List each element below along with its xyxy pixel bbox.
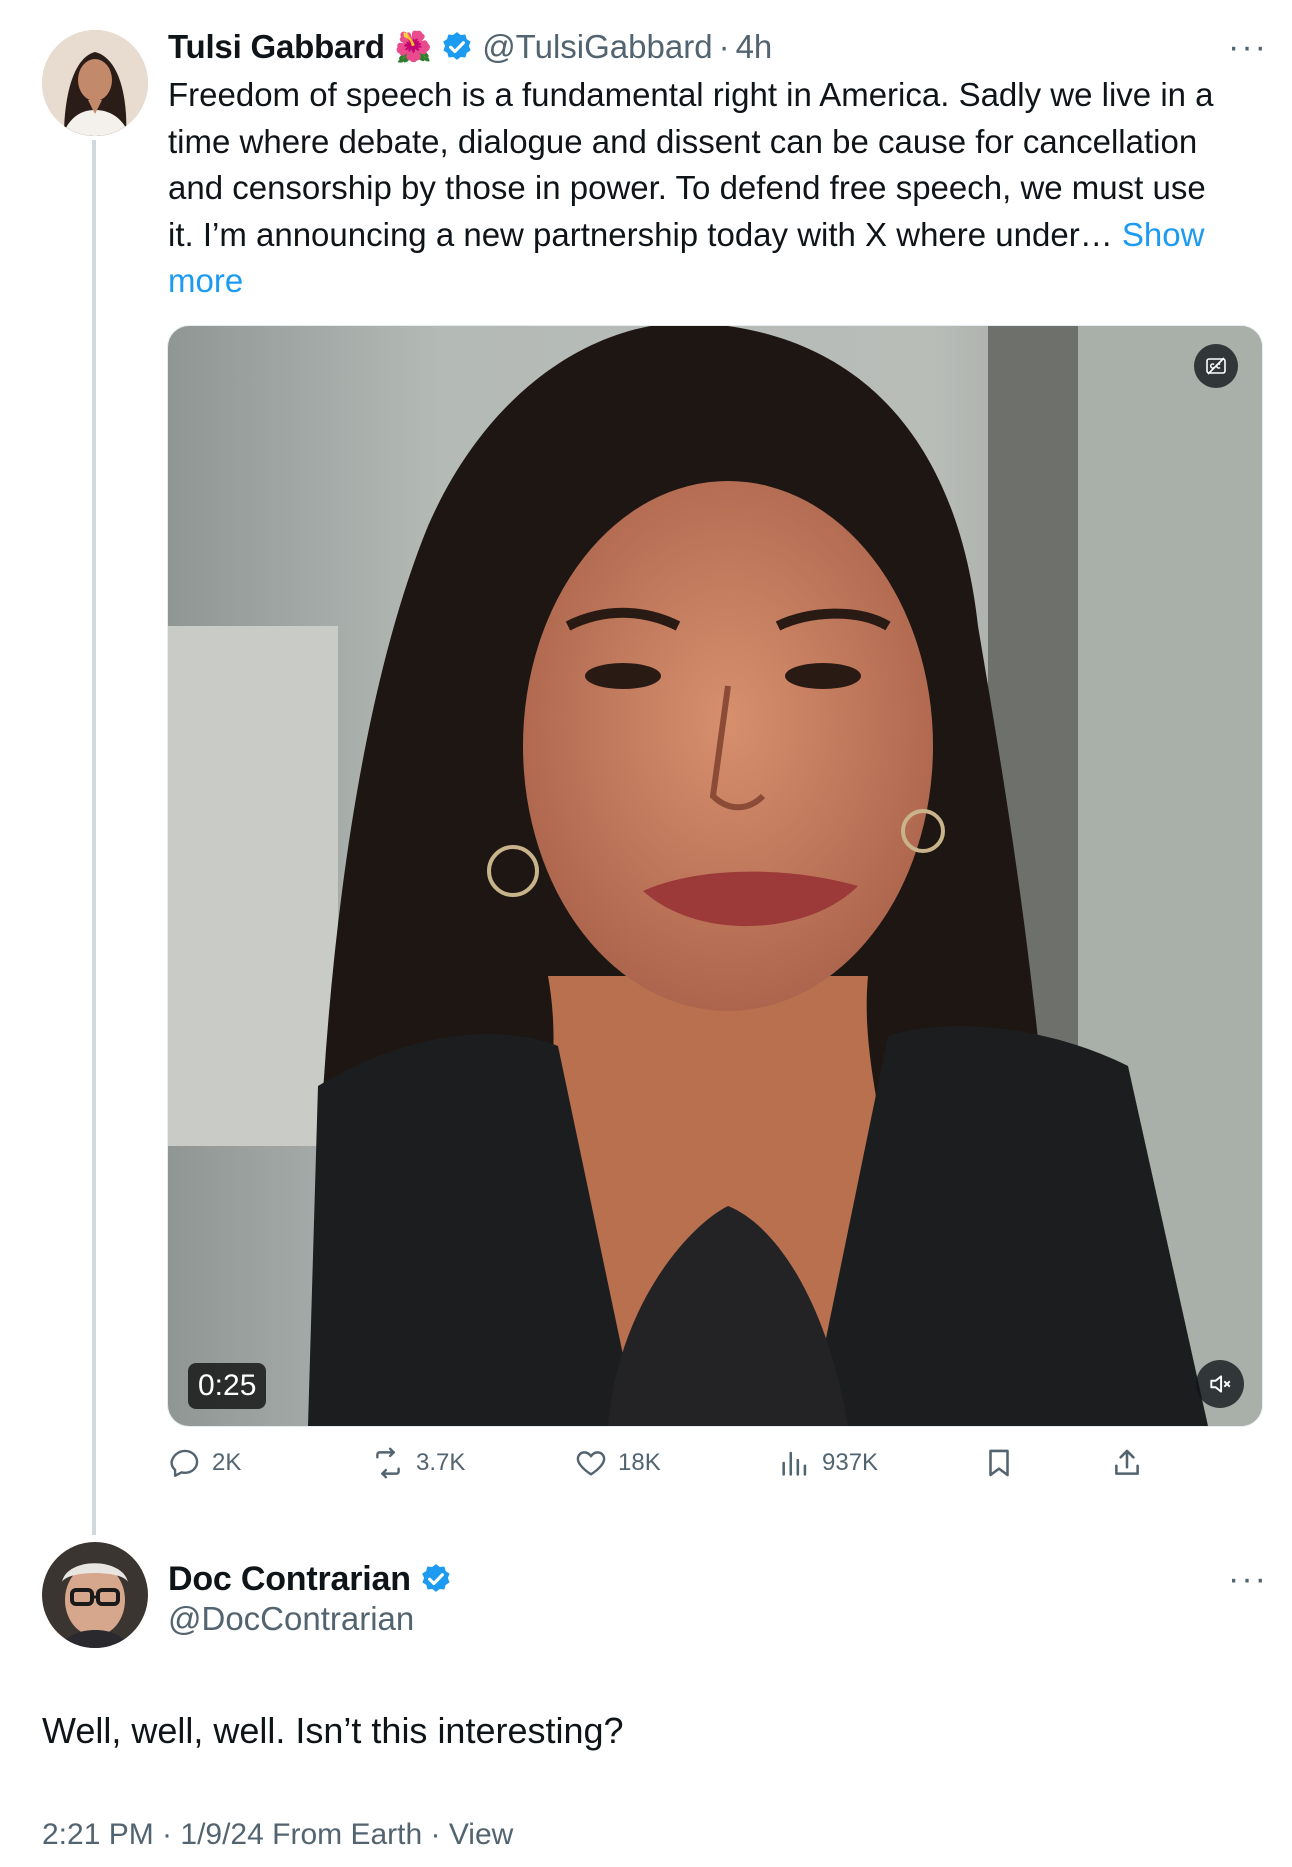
- repost-icon: [376, 1447, 400, 1479]
- repost-count: 3.7K: [416, 1449, 466, 1476]
- tweet-text-line: and censorship by those in power. To def…: [168, 169, 1206, 206]
- repost-button[interactable]: 3.7K: [370, 1446, 465, 1480]
- reply-button[interactable]: 2K: [168, 1446, 241, 1480]
- reply-icon: [170, 1449, 199, 1477]
- captions-icon[interactable]: [1194, 344, 1238, 388]
- reply-text: Well, well, well. Isn’t this interesting…: [42, 1710, 624, 1751]
- author-name[interactable]: Tulsi Gabbard: [168, 28, 385, 66]
- share-button[interactable]: [1110, 1446, 1154, 1480]
- heart-icon: [576, 1451, 606, 1476]
- doc-contrarian-avatar[interactable]: [42, 1542, 148, 1648]
- tulsi-avatar[interactable]: [42, 30, 148, 136]
- reply-author-handle[interactable]: @DocContrarian: [168, 1600, 414, 1638]
- view-count: 937K: [822, 1449, 879, 1476]
- more-options-icon[interactable]: ···: [1228, 30, 1268, 64]
- like-count: 18K: [618, 1449, 661, 1476]
- verified-badge-icon: [419, 1562, 453, 1596]
- tweet-text-line: it. I’m announcing a new partnership tod…: [168, 215, 1122, 253]
- reply-meta[interactable]: 2:21 PM · 1/9/24 From Earth · View: [42, 1818, 513, 1852]
- views-button[interactable]: 937K: [778, 1446, 878, 1480]
- reply-count: 2K: [212, 1449, 242, 1476]
- bookmark-button[interactable]: [982, 1446, 1026, 1480]
- tweet-text-line: Freedom of speech is a fundamental right…: [168, 76, 1214, 113]
- analytics-icon: [782, 1451, 807, 1476]
- more-options-icon[interactable]: ···: [1228, 1562, 1268, 1596]
- reply-header: Doc Contrarian: [168, 1556, 453, 1602]
- tweet-text: Freedom of speech is a fundamental right…: [168, 72, 1268, 305]
- show-more-link[interactable]: Show: [1122, 216, 1205, 253]
- video-player[interactable]: [167, 325, 1263, 1427]
- tweet-header: Tulsi Gabbard 🌺 @TulsiGabbard · 4h: [168, 24, 772, 70]
- verified-badge-icon: [440, 30, 474, 64]
- author-handle[interactable]: @TulsiGabbard: [482, 28, 712, 66]
- tweet-time[interactable]: 4h: [736, 28, 773, 66]
- separator: ·: [718, 28, 730, 65]
- mute-icon[interactable]: [1196, 1360, 1244, 1408]
- video-duration: 0:25: [188, 1363, 267, 1409]
- hibiscus-emoji: 🌺: [394, 30, 433, 64]
- share-icon: [1115, 1449, 1139, 1475]
- bookmark-icon: [989, 1449, 1009, 1477]
- like-button[interactable]: 18K: [574, 1446, 661, 1480]
- tweet-text-line: time where debate, dialogue and dissent …: [168, 122, 1198, 160]
- thread-line: [92, 140, 96, 1535]
- show-more-link-cont[interactable]: more: [168, 258, 1268, 305]
- reply-author-name[interactable]: Doc Contrarian: [168, 1560, 411, 1599]
